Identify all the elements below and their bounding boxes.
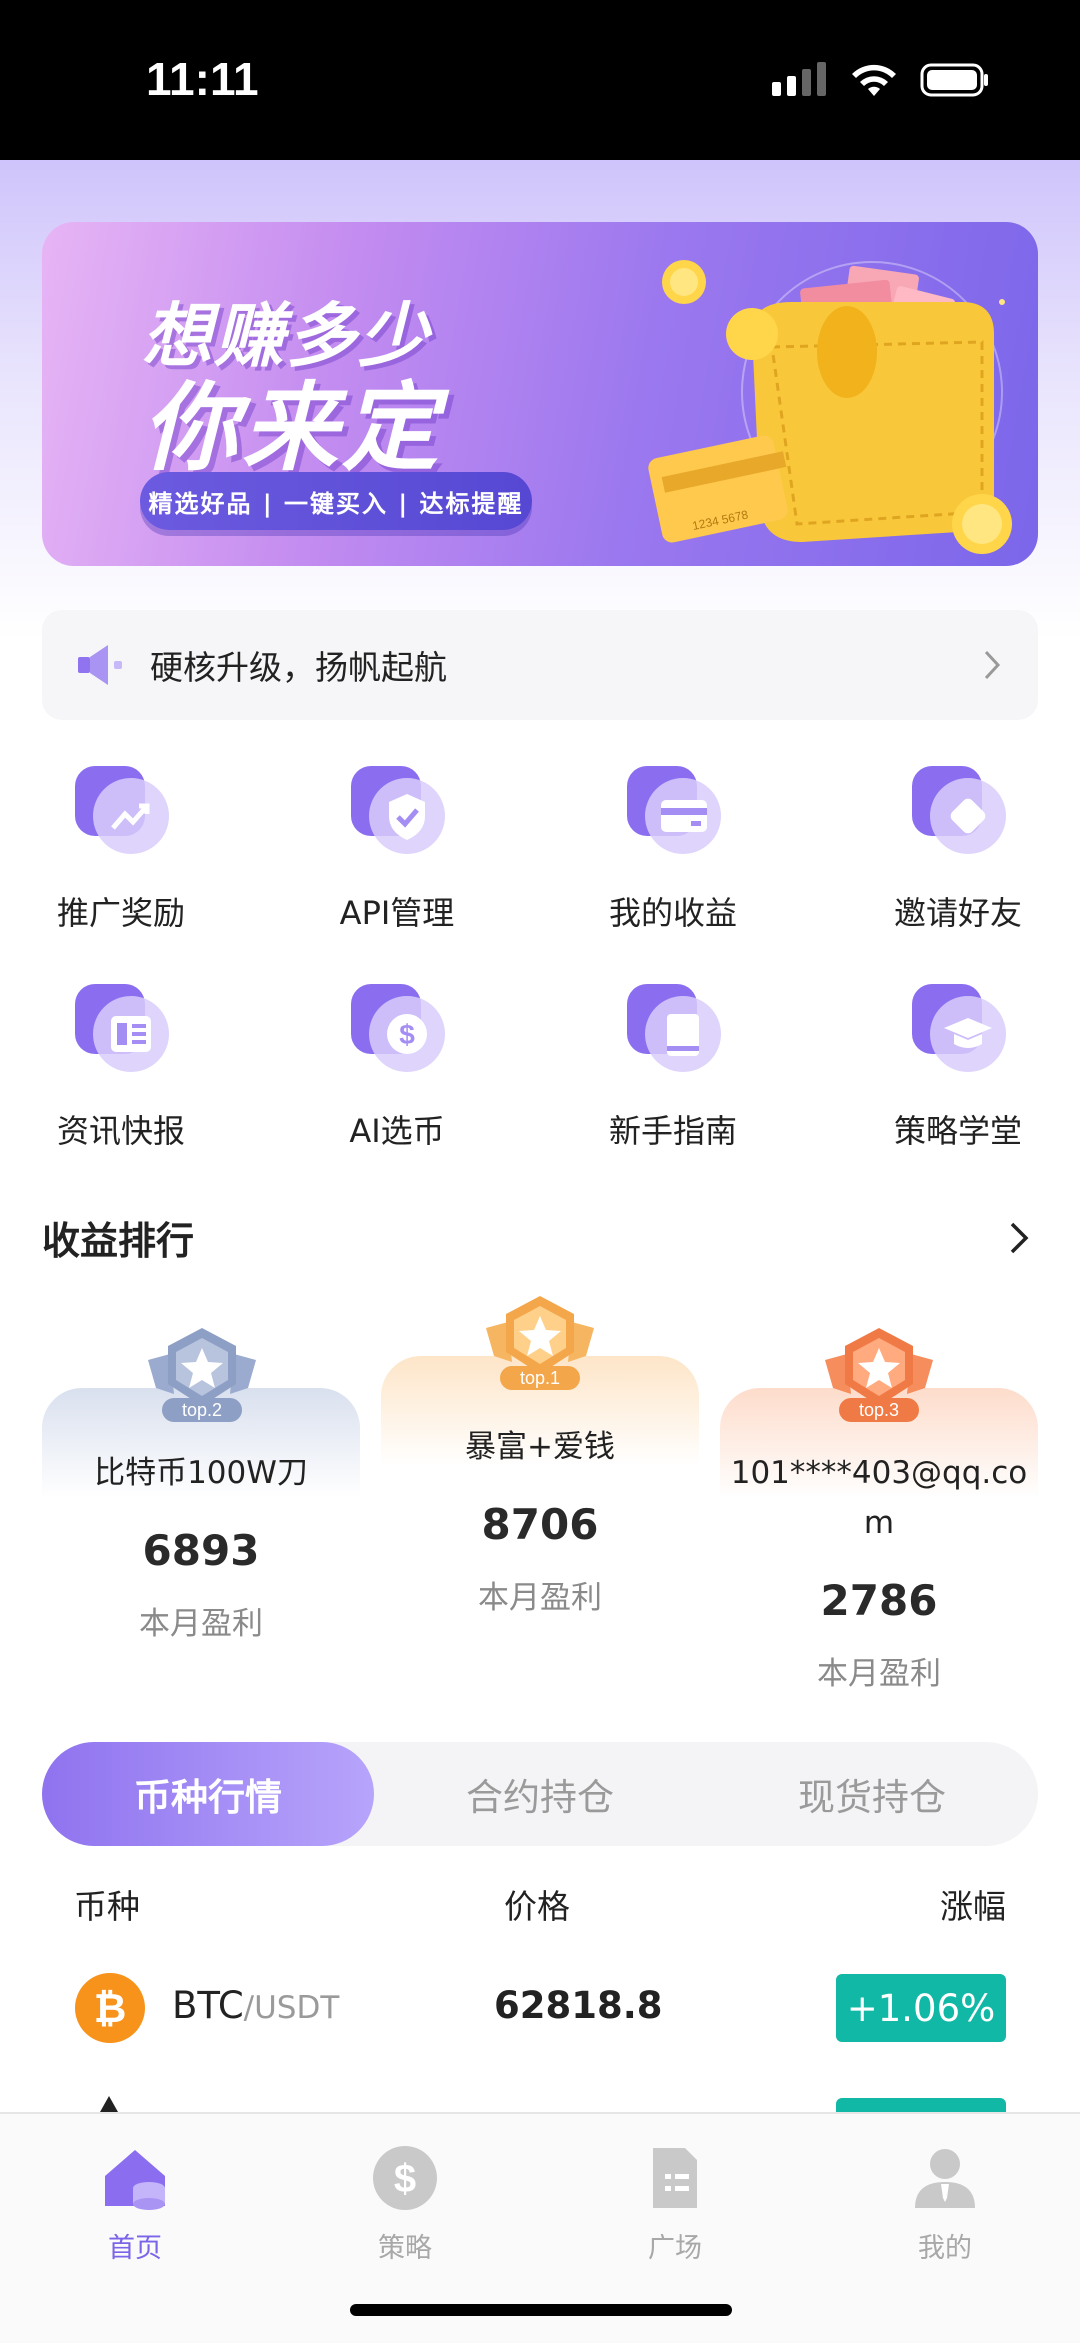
status-time: 11:11 (146, 53, 259, 105)
menu-label: AI选币 (349, 1112, 445, 1150)
shield-check-icon (351, 766, 445, 854)
coin-price: 62818.8 (494, 1984, 663, 2027)
ranking-profit-label: 本月盈利 (478, 1580, 602, 1616)
menu-item-ai-coin-picker[interactable]: $ AI选币 (277, 978, 517, 1158)
ranking-profit-value: 8706 (481, 1500, 599, 1549)
ranking-profit-value: 6893 (142, 1526, 260, 1575)
wallet-illustration-icon: 1234 5678 (648, 260, 1012, 554)
nav-label: 广场 (648, 2233, 702, 2264)
announcement-bar[interactable]: 硬核升级，扬帆起航 (42, 610, 1038, 720)
menu-label: 我的收益 (608, 894, 737, 932)
promo-banner[interactable]: 想赚多少 你来定 精选好品 | 一键买入 | 达标提醒 1234 5678 (42, 222, 1038, 566)
silver-medal-icon: top.2 (148, 1328, 256, 1422)
menu-label: API管理 (339, 894, 455, 932)
column-header-change: 涨幅 (940, 1887, 1006, 1926)
ranking-profit-label: 本月盈利 (139, 1606, 263, 1642)
coin-name: BTC/USDT (172, 1984, 339, 2027)
nav-label: 首页 (108, 2233, 162, 2264)
home-indicator (350, 2304, 732, 2316)
bronze-medal-icon: top.3 (825, 1328, 933, 1422)
column-header-price: 价格 (504, 1887, 570, 1926)
battery-icon (920, 63, 988, 97)
nav-item-home[interactable]: 首页 (45, 2130, 225, 2264)
menu-item-api-management[interactable]: API管理 (277, 760, 517, 940)
bitcoin-icon: ₿ (75, 1973, 145, 2043)
news-icon (75, 984, 169, 1072)
dollar-coin-icon: $ (351, 984, 445, 1072)
status-icons (772, 58, 990, 102)
menu-item-strategy-academy[interactable]: 策略学堂 (838, 978, 1078, 1158)
gold-medal-icon: top.1 (486, 1296, 594, 1390)
menu-label: 邀请好友 (893, 894, 1022, 932)
user-icon (915, 2149, 975, 2208)
coin-pair: /USDT (243, 1990, 340, 2026)
wifi-icon (852, 64, 896, 96)
svg-text:$: $ (399, 1019, 415, 1050)
chevron-right-icon (984, 650, 1001, 680)
menu-label: 资讯快报 (56, 1112, 185, 1150)
ranking-user-name: 暴富+爱钱 (465, 1429, 615, 1465)
menu-item-beginner-guide[interactable]: 新手指南 (553, 978, 793, 1158)
menu-item-promotion-reward[interactable]: 推广奖励 (1, 760, 241, 940)
status-bar: 11:11 (0, 0, 1080, 160)
ranking-card-1[interactable]: 暴富+爱钱 8706 本月盈利 (381, 1356, 699, 1678)
ranking-title: 收益排行 (42, 1219, 195, 1263)
ranking-profit-label: 本月盈利 (817, 1656, 941, 1692)
menu-label: 推广奖励 (56, 894, 185, 932)
announcement-text: 硬核升级，扬帆起航 (150, 648, 447, 687)
svg-text:₿: ₿ (94, 1987, 127, 2031)
diamond-icon (912, 766, 1006, 854)
market-tabs: 币种行情 合约持仓 现货持仓 (42, 1742, 1038, 1846)
banner-headline-2: 你来定 (142, 372, 442, 484)
menu-item-my-earnings[interactable]: 我的收益 (553, 760, 793, 940)
document-icon (653, 2148, 697, 2208)
tab-contract-positions[interactable]: 合约持仓 (374, 1742, 706, 1846)
home-icon (105, 2150, 165, 2210)
graduation-cap-icon (912, 984, 1006, 1072)
medal-label: top.2 (182, 1400, 222, 1420)
coin-symbol: BTC (172, 1984, 244, 2027)
menu-item-invite-friends[interactable]: 邀请好友 (838, 760, 1078, 940)
next-coin-change-badge (836, 2098, 1006, 2112)
tab-coin-market[interactable]: 币种行情 (42, 1742, 374, 1846)
tab-spot-positions[interactable]: 现货持仓 (706, 1742, 1038, 1846)
menu-label: 新手指南 (608, 1112, 737, 1150)
nav-label: 策略 (378, 2233, 432, 2264)
ranking-user-name-wrap: m (863, 1505, 895, 1541)
ranking-user-name: 101****403@qq.co (730, 1455, 1028, 1491)
svg-text:$: $ (394, 2157, 416, 2201)
menu-item-news-flash[interactable]: 资讯快报 (1, 978, 241, 1158)
chevron-right-icon[interactable] (1008, 1220, 1030, 1256)
nav-item-profile[interactable]: 我的 (855, 2130, 1035, 2264)
book-icon (627, 984, 721, 1072)
medal-label: top.1 (520, 1368, 560, 1388)
cellular-signal-icon (772, 62, 826, 96)
nav-label: 我的 (918, 2233, 972, 2264)
dollar-circle-icon: $ (373, 2146, 437, 2210)
market-row[interactable]: ₿ BTC/USDT 62818.8 +1.06% (0, 1968, 1080, 2058)
nav-item-strategy[interactable]: $ 策略 (315, 2130, 495, 2264)
speaker-icon (78, 645, 122, 685)
menu-label: 策略学堂 (893, 1112, 1022, 1150)
nav-item-square[interactable]: 广场 (585, 2130, 765, 2264)
ranking-profit-value: 2786 (820, 1576, 938, 1625)
column-header-coin: 币种 (74, 1887, 140, 1926)
card-icon (627, 766, 721, 854)
ranking-user-name: 比特币100W刀 (94, 1455, 308, 1491)
medal-label: top.3 (859, 1400, 899, 1420)
banner-tagline: 精选好品 | 一键买入 | 达标提醒 (140, 472, 532, 530)
chart-up-icon (75, 766, 169, 854)
next-coin-icon (100, 2096, 118, 2112)
coin-change-badge: +1.06% (836, 1974, 1006, 2042)
